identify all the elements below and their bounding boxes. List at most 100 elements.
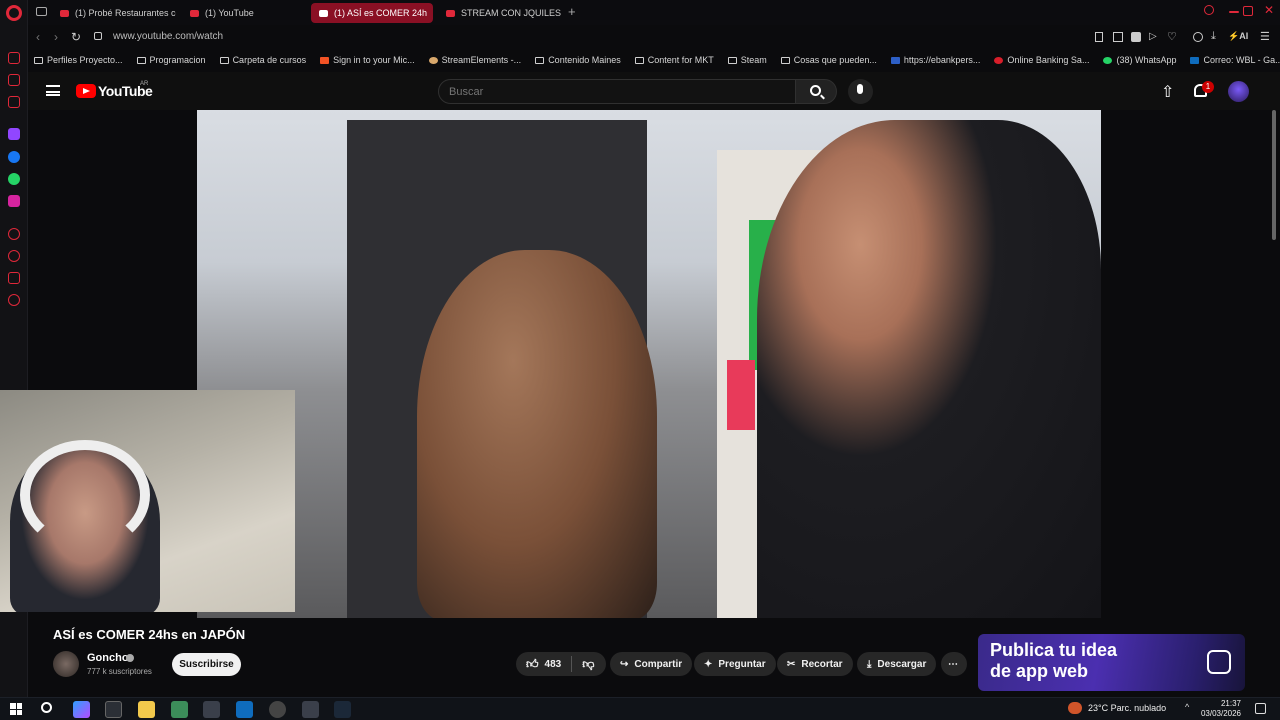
ask-label: Preguntar	[718, 658, 766, 670]
windows-start-icon[interactable]	[10, 703, 22, 715]
tab-label: (1) ASÍ es COMER 24h	[334, 8, 428, 18]
tray-chevron-up-icon[interactable]: ^	[1185, 702, 1189, 712]
lock-icon[interactable]	[94, 32, 102, 40]
clock[interactable]: 21:37 03/03/2026	[1199, 699, 1241, 719]
sidebar-player-icon[interactable]	[8, 228, 20, 240]
player-icon[interactable]: ▷	[1149, 31, 1157, 42]
ad-banner[interactable]: Publica tu idea de app web	[978, 634, 1245, 691]
minimize-icon[interactable]	[1229, 11, 1239, 13]
bookmark-link[interactable]: Correo: WBL - Ga...	[1184, 55, 1280, 65]
bookmark-folder[interactable]: Perfiles Proyecto...	[28, 55, 131, 65]
tab-restaurantes[interactable]: (1) Probé Restaurantes co	[52, 3, 176, 23]
sidebar-send-icon[interactable]	[8, 272, 20, 284]
tab-active-video[interactable]: (1) ASÍ es COMER 24h	[311, 3, 433, 23]
bookmark-folder[interactable]: Programacion	[131, 55, 214, 65]
outlook-icon[interactable]	[236, 701, 253, 718]
obs-icon[interactable]	[269, 701, 286, 718]
bookmark-folder[interactable]: Cosas que pueden...	[775, 55, 885, 65]
history-icon[interactable]	[8, 250, 20, 262]
bookmark-folder[interactable]: Content for MKT	[629, 55, 722, 65]
new-tab-plus-icon[interactable]: +	[568, 4, 576, 19]
bookmark-link[interactable]: StreamElements -...	[423, 55, 530, 65]
tab-menu-icon[interactable]	[36, 7, 47, 16]
notification-center-icon[interactable]	[1255, 703, 1266, 714]
instagram-icon[interactable]	[8, 195, 20, 207]
bookmark-folder[interactable]: Contenido Maines	[529, 55, 629, 65]
share-icon: ↪	[620, 658, 629, 670]
video-player[interactable]	[197, 110, 1101, 618]
account-icon[interactable]	[1193, 32, 1203, 42]
copilot-icon[interactable]	[73, 701, 90, 718]
opera-logo-icon[interactable]	[6, 5, 22, 21]
folder-icon	[34, 56, 43, 64]
search-input[interactable]	[438, 79, 796, 104]
clock-time: 21:37	[1220, 699, 1241, 708]
bookmark-folder[interactable]: Steam	[722, 55, 775, 65]
messenger-icon[interactable]	[8, 151, 20, 163]
bookmark-folder[interactable]: Carpeta de cursos	[214, 55, 315, 65]
like-dislike-group: 👍︎ 483 👎︎	[516, 652, 606, 676]
heart-icon[interactable]: ♡	[1167, 30, 1177, 43]
steam-icon[interactable]	[334, 701, 351, 718]
youtube-logo-icon[interactable]	[76, 84, 96, 98]
sidebar-music-icon[interactable]	[8, 96, 20, 108]
back-icon[interactable]: ‹	[36, 30, 40, 44]
discord-icon[interactable]	[302, 701, 319, 718]
tab-stream[interactable]: STREAM CON JQUILES Y	[438, 3, 562, 23]
like-count[interactable]: 483	[545, 659, 562, 670]
search-tabs-icon[interactable]	[1204, 5, 1214, 15]
upload-icon[interactable]: ⇧	[1161, 82, 1174, 102]
file-explorer-icon[interactable]	[138, 701, 155, 718]
aria-ai-icon[interactable]: ⚡AI	[1228, 31, 1248, 42]
scrollbar[interactable]	[1272, 110, 1276, 240]
share-button[interactable]: ↪ Compartir	[610, 652, 693, 676]
search-button[interactable]	[795, 79, 837, 104]
ask-button[interactable]: ✦ Preguntar	[694, 652, 776, 676]
whatsapp-icon[interactable]	[8, 173, 20, 185]
santander-icon	[994, 56, 1004, 64]
reload-icon[interactable]: ↻	[71, 30, 81, 44]
weather-text[interactable]: 23°C Parc. nublado	[1088, 703, 1166, 713]
weather-icon[interactable]	[1068, 702, 1082, 714]
close-window-icon[interactable]: ✕	[1264, 3, 1274, 17]
like-icon[interactable]: 👍︎	[526, 657, 539, 672]
adblock-shield-icon[interactable]	[1131, 32, 1141, 42]
bookmark-link[interactable]: Online Banking Sa...	[988, 55, 1097, 65]
maximize-icon[interactable]	[1243, 6, 1253, 16]
voice-search-icon[interactable]	[848, 79, 873, 104]
download-button[interactable]: ⤓ Descargar	[857, 652, 937, 676]
sparkle-icon: ✦	[704, 658, 713, 670]
download-icon[interactable]: ⤓	[1211, 30, 1216, 43]
bookmark-icon[interactable]	[1095, 32, 1103, 42]
search-icon[interactable]	[41, 702, 52, 713]
bookmark-link[interactable]: https://ebankpers...	[885, 55, 989, 65]
terminal-icon[interactable]	[105, 701, 122, 718]
menu-icon[interactable]	[46, 85, 60, 96]
subscribe-button[interactable]: Suscribirse	[172, 653, 241, 676]
video-title: ASÍ es COMER 24hs en JAPÓN	[53, 627, 246, 642]
channel-avatar[interactable]	[53, 651, 79, 677]
forward-icon[interactable]: ›	[54, 30, 58, 44]
channel-name[interactable]: Goncho	[87, 652, 129, 664]
opera-gx-taskbar-icon[interactable]	[203, 701, 220, 718]
headphones-image	[20, 440, 150, 550]
snapshot-icon[interactable]	[1113, 32, 1123, 42]
more-actions-button[interactable]: ⋯	[941, 652, 967, 676]
settings-icon[interactable]	[8, 294, 20, 306]
tab-youtube[interactable]: (1) YouTube	[182, 3, 302, 23]
url-field[interactable]: www.youtube.com/watch	[113, 31, 223, 42]
clip-button[interactable]: ✂ Recortar	[777, 652, 853, 676]
bookmark-label: Content for MKT	[647, 55, 714, 65]
youtube-favicon-icon	[60, 9, 69, 17]
bookmark-link[interactable]: Sign in to your Mic...	[314, 55, 423, 65]
sidebar-aria-icon[interactable]	[8, 74, 20, 86]
sidebar-speed-dial-icon[interactable]	[8, 52, 20, 64]
bookmark-label: Steam	[740, 55, 767, 65]
easy-setup-icon[interactable]: ☰	[1260, 30, 1270, 43]
avatar[interactable]	[1228, 81, 1249, 102]
bookmark-link[interactable]: (38) WhatsApp	[1097, 55, 1184, 65]
twitch-icon[interactable]	[8, 128, 20, 140]
dislike-icon[interactable]: 👎︎	[582, 657, 594, 672]
calculator-icon[interactable]	[171, 701, 188, 718]
bookmark-label: Contenido Maines	[548, 55, 621, 65]
